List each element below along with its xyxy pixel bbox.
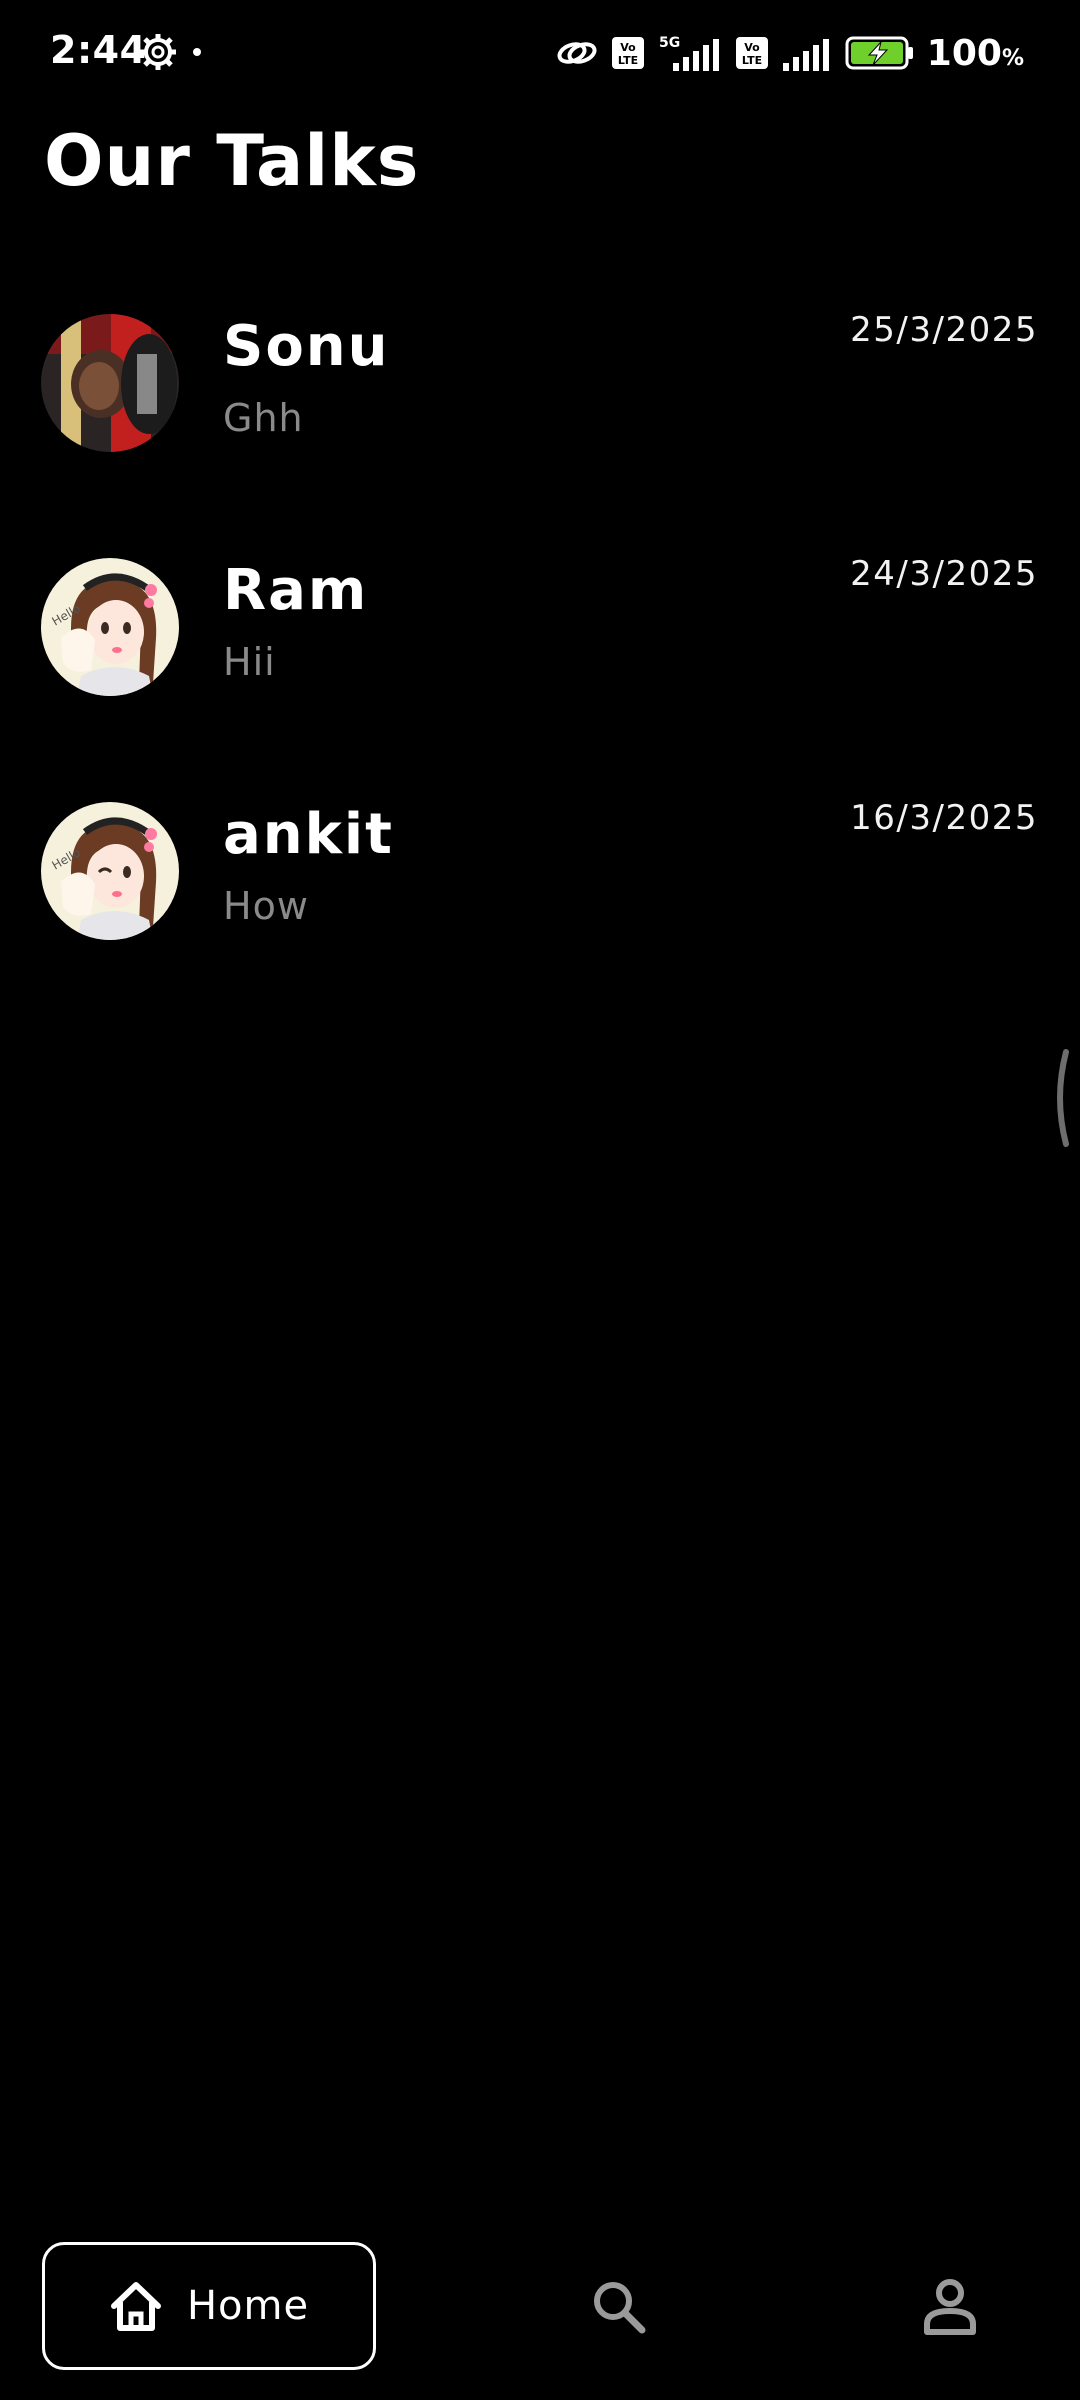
avatar[interactable] (41, 314, 179, 452)
signal-icon (782, 39, 829, 71)
svg-text:Vo: Vo (620, 41, 636, 54)
chat-item-sonu[interactable]: Sonu Ghh 25/3/2025 (0, 300, 1080, 544)
search-icon[interactable] (590, 2278, 648, 2336)
chat-date: 24/3/2025 (850, 554, 1038, 594)
status-bar: 2:44 Vo LTE 5G Vo LTE 100% (0, 0, 1080, 104)
volte-icon: Vo LTE (611, 37, 644, 69)
nav-home-label: Home (186, 2283, 310, 2329)
chat-list-screen: 2:44 Vo LTE 5G Vo LTE 100% Our Talks Son… (0, 0, 1080, 2400)
status-icons: Vo LTE 5G Vo LTE 100% (555, 28, 1024, 78)
edge-gesture-handle[interactable] (1050, 1048, 1070, 1148)
battery-percent: 100% (926, 32, 1024, 74)
volte-icon: Vo LTE (735, 37, 768, 69)
settings-gear-icon (140, 34, 176, 70)
svg-text:LTE: LTE (742, 54, 762, 67)
bottom-navigation: Home (0, 2230, 1080, 2380)
chat-item-ram[interactable]: Hello Ram Hii 24/3/2025 (0, 544, 1080, 788)
chat-list: Sonu Ghh 25/3/2025 Hello Ram Hii 24/3/20… (0, 300, 1080, 1032)
svg-text:LTE: LTE (618, 54, 638, 67)
chat-item-ankit[interactable]: Hello ankit How 16/3/2025 (0, 788, 1080, 1032)
battery-charging-icon (845, 36, 913, 70)
status-time: 2:44 (50, 28, 147, 72)
nav-home-button[interactable]: Home (42, 2242, 376, 2370)
home-icon (110, 2282, 161, 2331)
network-label: 5G (659, 35, 680, 51)
notification-dot-icon (193, 48, 201, 56)
avatar[interactable]: Hello (41, 558, 179, 696)
chat-date: 16/3/2025 (850, 798, 1038, 838)
page-title: Our Talks (44, 120, 420, 202)
chat-last-message: Ghh (223, 396, 304, 440)
chat-last-message: How (223, 884, 309, 928)
profile-icon[interactable] (922, 2278, 978, 2336)
chat-date: 25/3/2025 (850, 310, 1038, 350)
svg-text:Vo: Vo (744, 41, 760, 54)
chat-last-message: Hii (223, 640, 276, 684)
chat-name: ankit (223, 802, 394, 867)
chat-name: Ram (223, 558, 369, 623)
chat-name: Sonu (223, 314, 390, 379)
avatar[interactable]: Hello (41, 802, 179, 940)
signal-5g-icon: 5G (659, 35, 719, 71)
link-icon (557, 42, 597, 64)
